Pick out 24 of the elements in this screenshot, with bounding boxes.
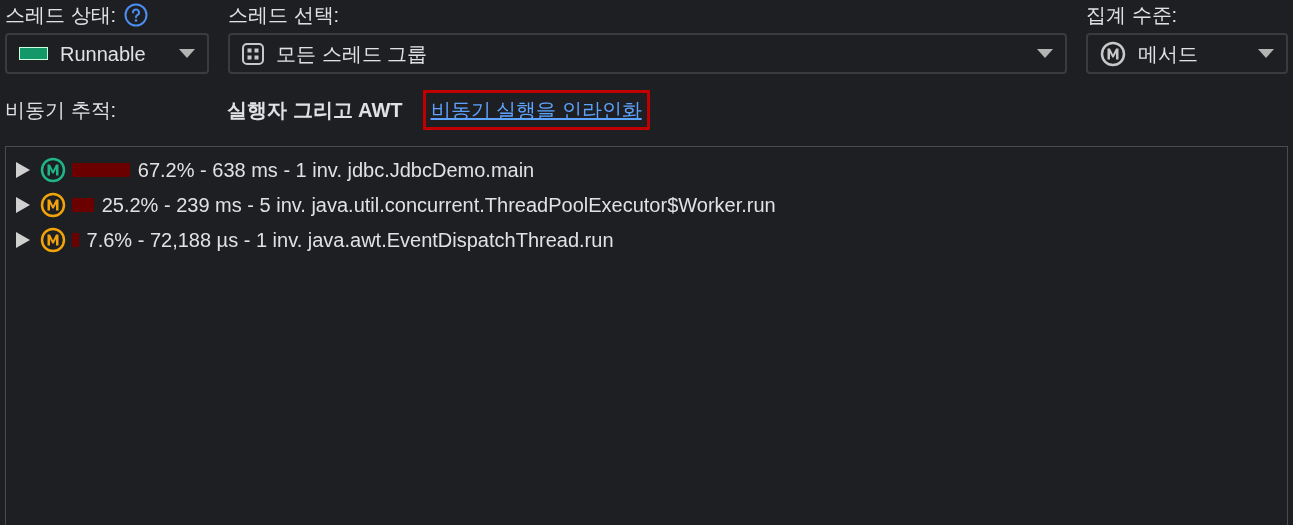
tree-node-label[interactable]: 25.2% - 239 ms - 5 inv. java.util.concurrent.ThreadPoolExecutor$Worker.run — [101, 189, 776, 220]
thread-status-dropdown[interactable]: Runnable — [5, 33, 209, 74]
field-label: 비동기 추적: — [5, 98, 118, 123]
expand-arrow-icon[interactable] — [16, 161, 32, 178]
expand-arrow-icon[interactable] — [16, 196, 32, 213]
time-bar — [72, 232, 79, 247]
grid-icon — [242, 42, 264, 65]
inline-async-link[interactable]: 비동기 실행을 인라인화 — [422, 90, 650, 130]
aggregation-dropdown[interactable]: 메서드 — [1086, 33, 1288, 74]
field-label: 스레드 선택: — [228, 2, 340, 28]
tree-node-label[interactable]: 67.2% - 638 ms - 1 inv. jdbc.JdbcDemo.main — [137, 154, 535, 185]
field-label: 집계 수준: — [1086, 2, 1178, 28]
thread-select-dropdown[interactable]: 모든 스레드 그룹 — [228, 33, 1067, 74]
time-bar — [72, 162, 130, 177]
method-icon — [1100, 40, 1126, 67]
help-icon[interactable] — [124, 2, 149, 27]
expand-arrow-icon[interactable] — [16, 231, 32, 248]
time-bar — [72, 197, 94, 212]
dropdown-arrow-icon — [179, 48, 195, 59]
field-label: 스레드 상태: — [5, 2, 117, 28]
dropdown-arrow-icon — [1258, 48, 1274, 59]
tree-node-label[interactable]: 7.6% - 72,188 µs - 1 inv. java.awt.EventDispatchThread.run — [86, 224, 614, 255]
dropdown-arrow-icon — [1037, 48, 1053, 59]
async-mode-text: 실행자 그리고 AWT — [227, 98, 403, 123]
